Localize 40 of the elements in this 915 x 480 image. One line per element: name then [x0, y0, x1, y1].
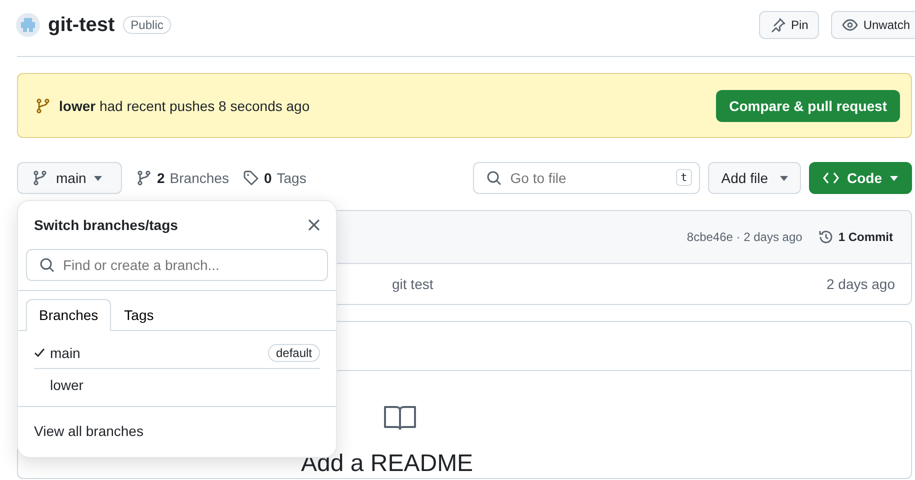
branch-name: lower: [50, 376, 84, 392]
branch-icon: [35, 98, 51, 114]
push-message: lower had recent pushes 8 seconds ago: [59, 98, 310, 114]
eye-icon: [842, 17, 858, 33]
tags-link[interactable]: 0 Tags: [242, 170, 306, 186]
menu-tab[interactable]: Tags: [111, 299, 167, 331]
commit-meta: 8cbe46e · 2 days ago: [686, 230, 802, 244]
branch-icon: [136, 170, 152, 186]
branch-item[interactable]: main default: [34, 337, 320, 368]
branch-search-field[interactable]: Find or create a branch...: [26, 249, 328, 281]
caret-icon: [890, 176, 898, 180]
commit-time: 2 days ago: [826, 276, 895, 292]
branch-item[interactable]: lower: [34, 368, 320, 400]
pin-icon: [770, 17, 786, 33]
code-button[interactable]: Code: [809, 162, 912, 194]
caret-icon: [780, 176, 788, 180]
pin-button[interactable]: Pin: [758, 11, 820, 39]
branches-link[interactable]: 2 Branches: [136, 170, 229, 186]
branch-selector[interactable]: main: [17, 162, 122, 194]
history-icon: [818, 229, 834, 245]
caret-icon: [94, 176, 102, 180]
branch-name: main: [50, 344, 80, 360]
close-button[interactable]: [306, 217, 322, 233]
menu-title: Switch branches/tags: [34, 217, 178, 233]
view-all-branches-link[interactable]: View all branches: [34, 423, 144, 439]
visibility-label: Public: [122, 16, 172, 34]
tag-icon: [242, 170, 259, 186]
menu-tab[interactable]: Branches: [26, 299, 112, 331]
add-file-button[interactable]: Add file: [708, 162, 801, 194]
book-icon: [383, 405, 417, 431]
commit-message[interactable]: git test: [392, 276, 434, 292]
repo-avatar-icon: [16, 13, 40, 37]
commits-link[interactable]: 1 Commit: [818, 229, 893, 245]
watch-button[interactable]: Unwatch: [831, 11, 915, 39]
compare-pull-request-button[interactable]: Compare & pull request: [716, 90, 900, 122]
repo-name[interactable]: git-test: [48, 14, 115, 36]
shortcut-key: t: [676, 169, 692, 186]
default-label: default: [268, 344, 320, 362]
branch-icon: [32, 170, 48, 186]
code-icon: [823, 172, 839, 184]
